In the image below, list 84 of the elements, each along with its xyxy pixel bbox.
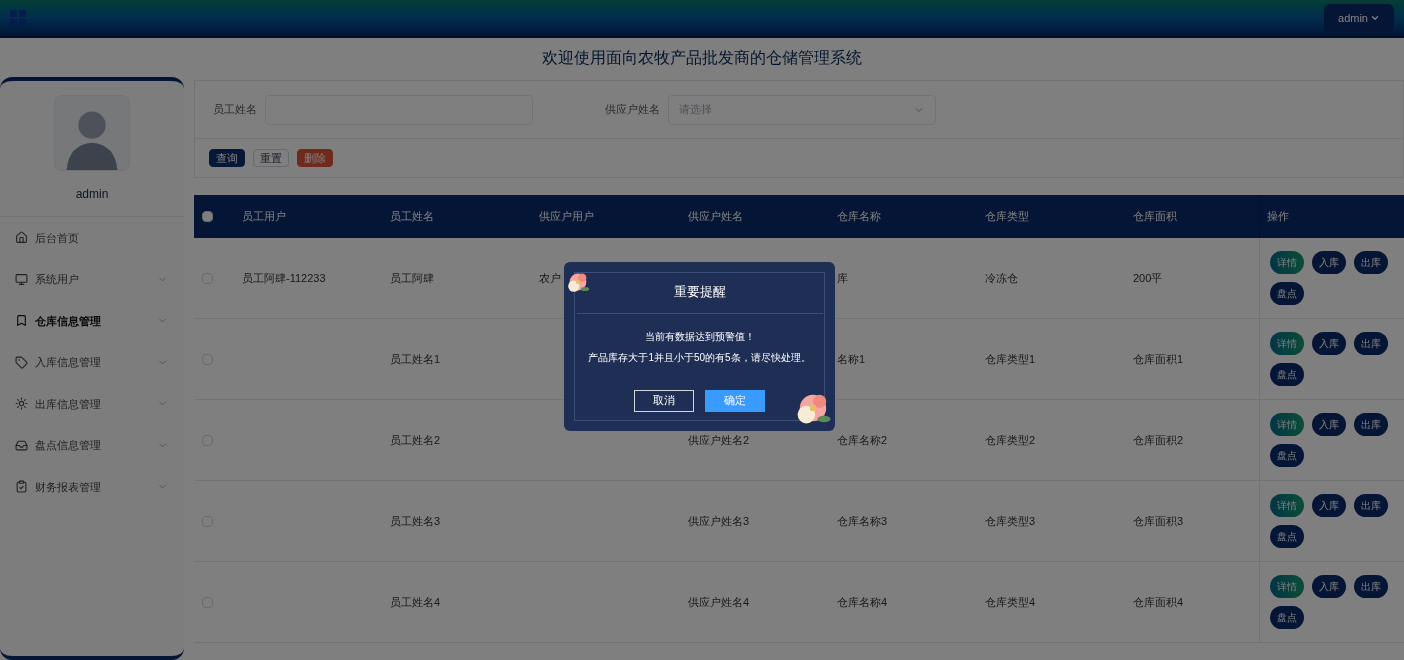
action-button[interactable]: 详情 <box>1270 494 1304 517</box>
avatar-icon <box>54 95 130 171</box>
table-cell: 仓库类型3 <box>985 514 1036 527</box>
table-cell: 仓库名称4 <box>837 595 888 608</box>
inbox-icon <box>15 438 28 452</box>
column-header: 员工姓名 <box>390 210 434 223</box>
home-icon <box>15 231 28 245</box>
table-cell: 仓库面积1 <box>1133 352 1184 365</box>
column-header: 仓库类型 <box>985 210 1029 223</box>
table-cell: 仓库类型1 <box>985 352 1036 365</box>
table-cell: 仓库面积3 <box>1133 514 1184 527</box>
table-cell: 供应户姓名3 <box>688 514 750 527</box>
monitor-icon <box>15 272 28 286</box>
table-cell: 仓库面积2 <box>1133 433 1184 446</box>
action-button[interactable]: 入库 <box>1312 332 1346 355</box>
dialog-button[interactable]: 确定 <box>705 389 765 412</box>
tag-icon <box>15 355 28 369</box>
table-cell: 200平 <box>1133 271 1163 284</box>
action-button[interactable]: 入库 <box>1312 413 1346 436</box>
bookmark-icon <box>15 314 28 328</box>
page-title: 欢迎使用面向农牧产品批发商的仓储管理系统 <box>542 47 862 68</box>
clipboard-check-icon <box>15 480 28 494</box>
action-button[interactable]: 详情 <box>1270 332 1304 355</box>
sidebar-item[interactable]: 财务报表管理 <box>0 466 184 508</box>
table-cell: 供应户姓名2 <box>688 433 750 446</box>
grid-menu-icon[interactable] <box>10 10 26 26</box>
sun-icon <box>15 397 28 411</box>
action-button[interactable]: 详情 <box>1270 251 1304 274</box>
table-cell: 员工姓名2 <box>390 433 441 446</box>
action-button[interactable]: 出库 <box>1354 251 1388 274</box>
dialog-button[interactable]: 取消 <box>634 389 694 412</box>
action-button[interactable]: 出库 <box>1354 575 1388 598</box>
table-cell: 仓库面积4 <box>1133 595 1184 608</box>
table-cell: 员工阿肆 <box>390 271 434 284</box>
table-cell: 员工姓名4 <box>390 595 441 608</box>
table-cell: 员工姓名1 <box>390 352 441 365</box>
checkbox[interactable] <box>202 211 213 222</box>
table-cell: 冷冻仓 <box>985 271 1018 284</box>
chevron-down-icon <box>1370 13 1380 23</box>
action-button[interactable]: 入库 <box>1312 494 1346 517</box>
action-button[interactable]: 详情 <box>1270 413 1304 436</box>
table-cell: 仓库类型2 <box>985 433 1036 446</box>
column-header: 供应户用户 <box>539 210 594 223</box>
table-cell: 农户 <box>539 271 561 284</box>
action-button[interactable]: 盘点 <box>1270 282 1304 305</box>
filter-button[interactable]: 重置 <box>253 149 289 167</box>
filter-label: 供应户姓名 <box>605 102 660 118</box>
sidebar-item[interactable]: 盘点信息管理 <box>0 424 184 466</box>
table-cell: 员工姓名3 <box>390 514 441 527</box>
action-button[interactable]: 出库 <box>1354 413 1388 436</box>
action-button[interactable]: 入库 <box>1312 251 1346 274</box>
table-cell: 供应户姓名4 <box>688 595 750 608</box>
table-cell: 名称1 <box>837 352 866 365</box>
column-header: 仓库名称 <box>837 210 881 223</box>
table-cell: 仓库名称2 <box>837 433 888 446</box>
table-cell: 库 <box>837 271 848 284</box>
table-cell: 仓库类型4 <box>985 595 1036 608</box>
sidebar-username: admin <box>75 185 109 203</box>
table-cell: 员工阿肆-112233 <box>242 271 326 284</box>
action-button[interactable]: 盘点 <box>1270 606 1304 629</box>
column-header: 员工用户 <box>242 210 286 223</box>
filter-button[interactable]: 删除 <box>297 149 333 167</box>
table-cell: 仓库名称3 <box>837 514 888 527</box>
column-header: 仓库面积 <box>1133 210 1177 223</box>
action-button[interactable]: 出库 <box>1354 332 1388 355</box>
sidebar-item[interactable]: 系统用户 <box>0 258 184 300</box>
action-button[interactable]: 出库 <box>1354 494 1388 517</box>
action-button[interactable]: 盘点 <box>1270 525 1304 548</box>
dialog-message: 当前有数据达到预警值！ <box>644 329 755 344</box>
column-header: 供应户姓名 <box>688 210 743 223</box>
action-button[interactable]: 入库 <box>1312 575 1346 598</box>
action-button[interactable]: 盘点 <box>1270 444 1304 467</box>
sidebar-item[interactable]: 出库信息管理 <box>0 383 184 425</box>
dialog-title: 重要提醒 <box>673 283 726 301</box>
filter-label: 员工姓名 <box>213 102 257 118</box>
sidebar-item[interactable]: 仓库信息管理 <box>0 300 184 342</box>
user-menu-button[interactable]: admin <box>1324 3 1394 33</box>
dialog-message: 产品库存大于1并且小于50的有5条，请尽快处理。 <box>588 350 811 365</box>
sidebar-item[interactable]: 后台首页 <box>0 217 184 259</box>
action-button[interactable]: 详情 <box>1270 575 1304 598</box>
action-button[interactable]: 盘点 <box>1270 363 1304 386</box>
column-header: 操作 <box>1267 209 1289 225</box>
filter-button[interactable]: 查询 <box>209 149 245 167</box>
sidebar-item[interactable]: 入库信息管理 <box>0 341 184 383</box>
